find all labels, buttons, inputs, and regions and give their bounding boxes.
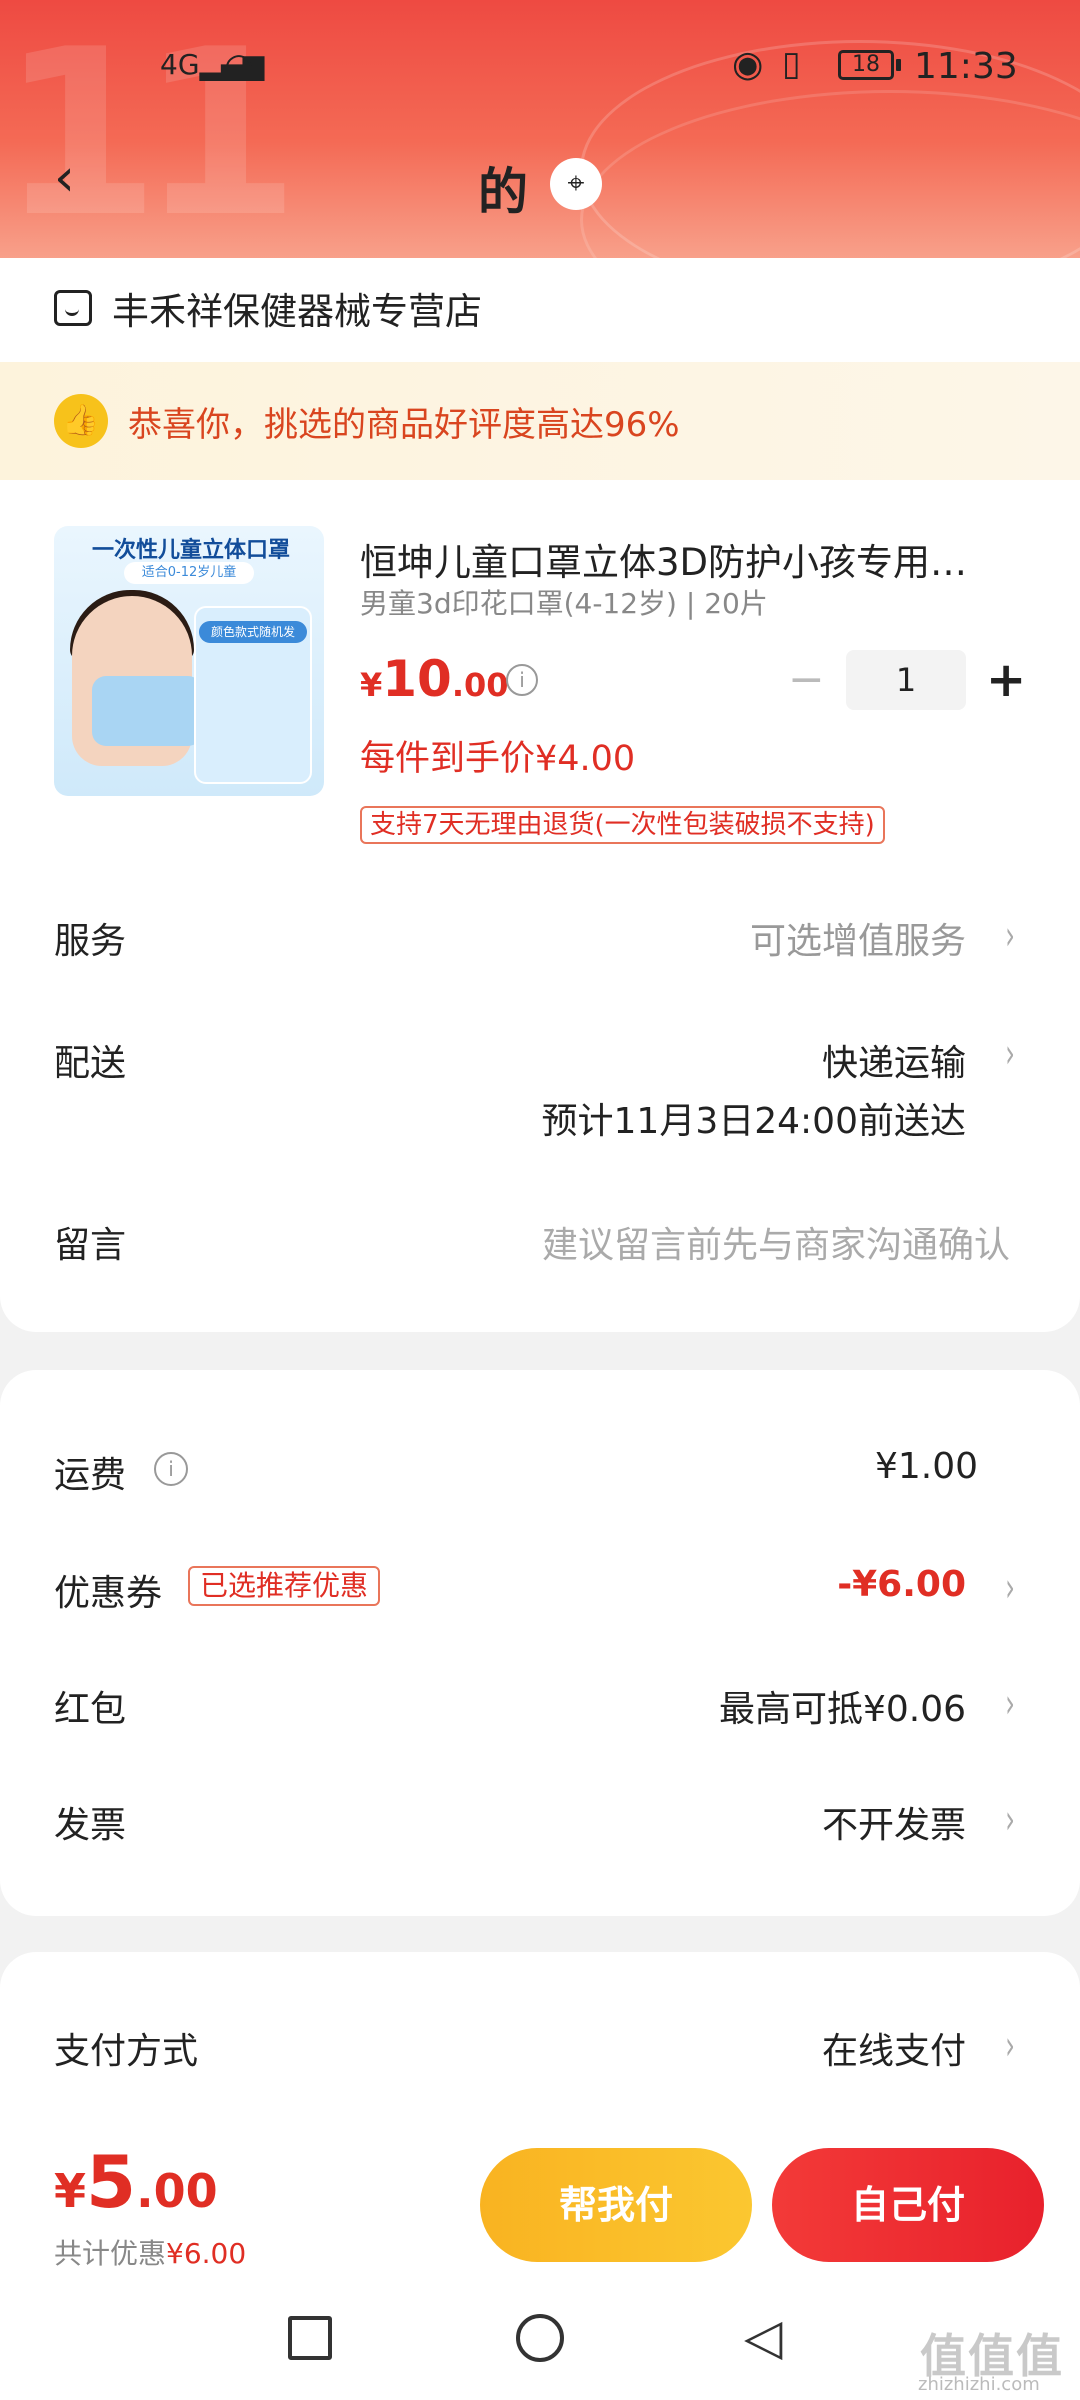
invoice-label: 发票 xyxy=(54,1805,127,1846)
chevron-left-icon: ‹ xyxy=(54,148,75,208)
eye-icon: ◉ xyxy=(732,44,764,85)
price-info-icon[interactable]: i xyxy=(506,664,538,696)
chevron-right-icon[interactable]: › xyxy=(1005,2026,1015,2066)
battery-tip xyxy=(896,59,901,71)
product-spec[interactable]: 男童3d印花口罩(4-12岁) | 20片 xyxy=(360,582,768,622)
delivery-label: 配送 xyxy=(54,1043,127,1084)
network-type: 4G xyxy=(160,48,200,81)
red-packet-value[interactable]: 最高可抵¥0.06 xyxy=(719,1680,966,1732)
coupon-label: 优惠券 xyxy=(54,1573,163,1614)
unit-price: 每件到手价¥4.00 xyxy=(360,739,636,779)
payment-method-label: 支付方式 xyxy=(54,2031,199,2072)
product-image-subtitle: 适合0-12岁儿童 xyxy=(124,562,254,584)
status-bar: 4G▂▄▆ ◠ ◉ ▯ 18 11:33 xyxy=(0,40,1080,100)
home-icon[interactable] xyxy=(516,2314,564,2362)
total-decimal: .00 xyxy=(136,2164,218,2218)
red-packet-label: 红包 xyxy=(54,1689,127,1730)
shipping-value: ¥1.00 xyxy=(874,1446,978,1487)
product-image-heading: 一次性儿童立体口罩 xyxy=(91,538,290,563)
total-price: ¥5.00 xyxy=(54,2140,218,2224)
page-title: 的 xyxy=(478,163,528,221)
battery-level: 18 xyxy=(852,52,880,77)
price-decimal: .00 xyxy=(451,666,509,704)
self-pay-button[interactable]: 自己付 xyxy=(772,2148,1044,2262)
quantity-increase-button[interactable]: + xyxy=(986,656,1026,704)
service-value[interactable]: 可选增值服务 xyxy=(750,912,966,964)
shipping-label: 运费 xyxy=(54,1455,127,1496)
header: 11 4G▂▄▆ ◠ ◉ ▯ 18 11:33 ‹ 的 ⌖ xyxy=(0,0,1080,258)
wifi-icon: ◠ xyxy=(224,46,254,86)
chevron-right-icon[interactable]: › xyxy=(1005,1800,1015,1840)
location-button[interactable]: ⌖ xyxy=(550,158,602,210)
product-name[interactable]: 恒坤儿童口罩立体3D防护小孩专用… xyxy=(360,532,1010,586)
invoice-value[interactable]: 不开发票 xyxy=(822,1796,966,1848)
price-currency: ¥ xyxy=(360,666,383,704)
mask-shape xyxy=(92,676,202,746)
return-policy-badge: 支持7天无理由退货(一次性包装破损不支持) xyxy=(360,806,885,844)
saved-value: ¥6.00 xyxy=(166,2237,247,2270)
thumbs-up-icon: 👍 xyxy=(54,394,108,448)
watermark-url: zhizhizhi.com xyxy=(918,2374,1040,2395)
shop-row[interactable]: 丰禾祥保健器械专营店 xyxy=(54,278,482,338)
total-saved: 共计优惠¥6.00 xyxy=(54,2232,246,2272)
payment-method-value[interactable]: 在线支付 xyxy=(822,2022,966,2074)
message-label: 留言 xyxy=(54,1225,127,1266)
store-icon xyxy=(54,290,92,326)
product-price: ¥10.00 xyxy=(360,650,509,708)
recent-apps-icon[interactable] xyxy=(288,2316,332,2360)
delivery-value[interactable]: 快递运输 xyxy=(822,1034,966,1086)
total-integer: 5 xyxy=(86,2140,137,2224)
quantity-decrease-button[interactable]: − xyxy=(788,658,825,702)
product-image[interactable]: 一次性儿童立体口罩 适合0-12岁儿童 颜色款式随机发 xyxy=(54,526,324,796)
praise-banner: 👍 恭喜你，挑选的商品好评度高达96% xyxy=(0,362,1080,480)
chevron-right-icon[interactable]: › xyxy=(1005,1568,1015,1608)
shipping-info-icon[interactable]: i xyxy=(154,1452,188,1486)
help-pay-button[interactable]: 帮我付 xyxy=(480,2148,752,2262)
battery-icon: 18 xyxy=(838,50,894,80)
delivery-estimate: 预计11月3日24:00前送达 xyxy=(541,1101,966,1142)
vibrate-icon: ▯ xyxy=(782,44,801,84)
coupon-tag: 已选推荐优惠 xyxy=(188,1566,381,1606)
location-pin-icon: ⌖ xyxy=(567,166,585,201)
clock: 11:33 xyxy=(914,46,1018,87)
total-currency: ¥ xyxy=(54,2164,87,2218)
chevron-right-icon[interactable]: › xyxy=(1005,1684,1015,1724)
service-label: 服务 xyxy=(54,921,127,962)
shop-name: 丰禾祥保健器械专营店 xyxy=(112,290,482,333)
product-image-label: 颜色款式随机发 xyxy=(199,621,307,643)
praise-text: 恭喜你，挑选的商品好评度高达96% xyxy=(128,404,680,445)
coupon-value[interactable]: -¥6.00 xyxy=(837,1564,966,1605)
back-button[interactable]: ‹ xyxy=(54,152,75,204)
price-integer: 10 xyxy=(382,650,452,708)
chevron-right-icon[interactable]: › xyxy=(1005,916,1015,956)
message-input[interactable]: 建议留言前先与商家沟通确认 xyxy=(542,1216,1010,1268)
quantity-input[interactable]: 1 xyxy=(846,650,966,710)
back-triangle-icon[interactable]: ◁ xyxy=(744,2312,782,2362)
saved-label: 共计优惠 xyxy=(54,2237,167,2270)
chevron-right-icon[interactable]: › xyxy=(1005,1034,1015,1074)
